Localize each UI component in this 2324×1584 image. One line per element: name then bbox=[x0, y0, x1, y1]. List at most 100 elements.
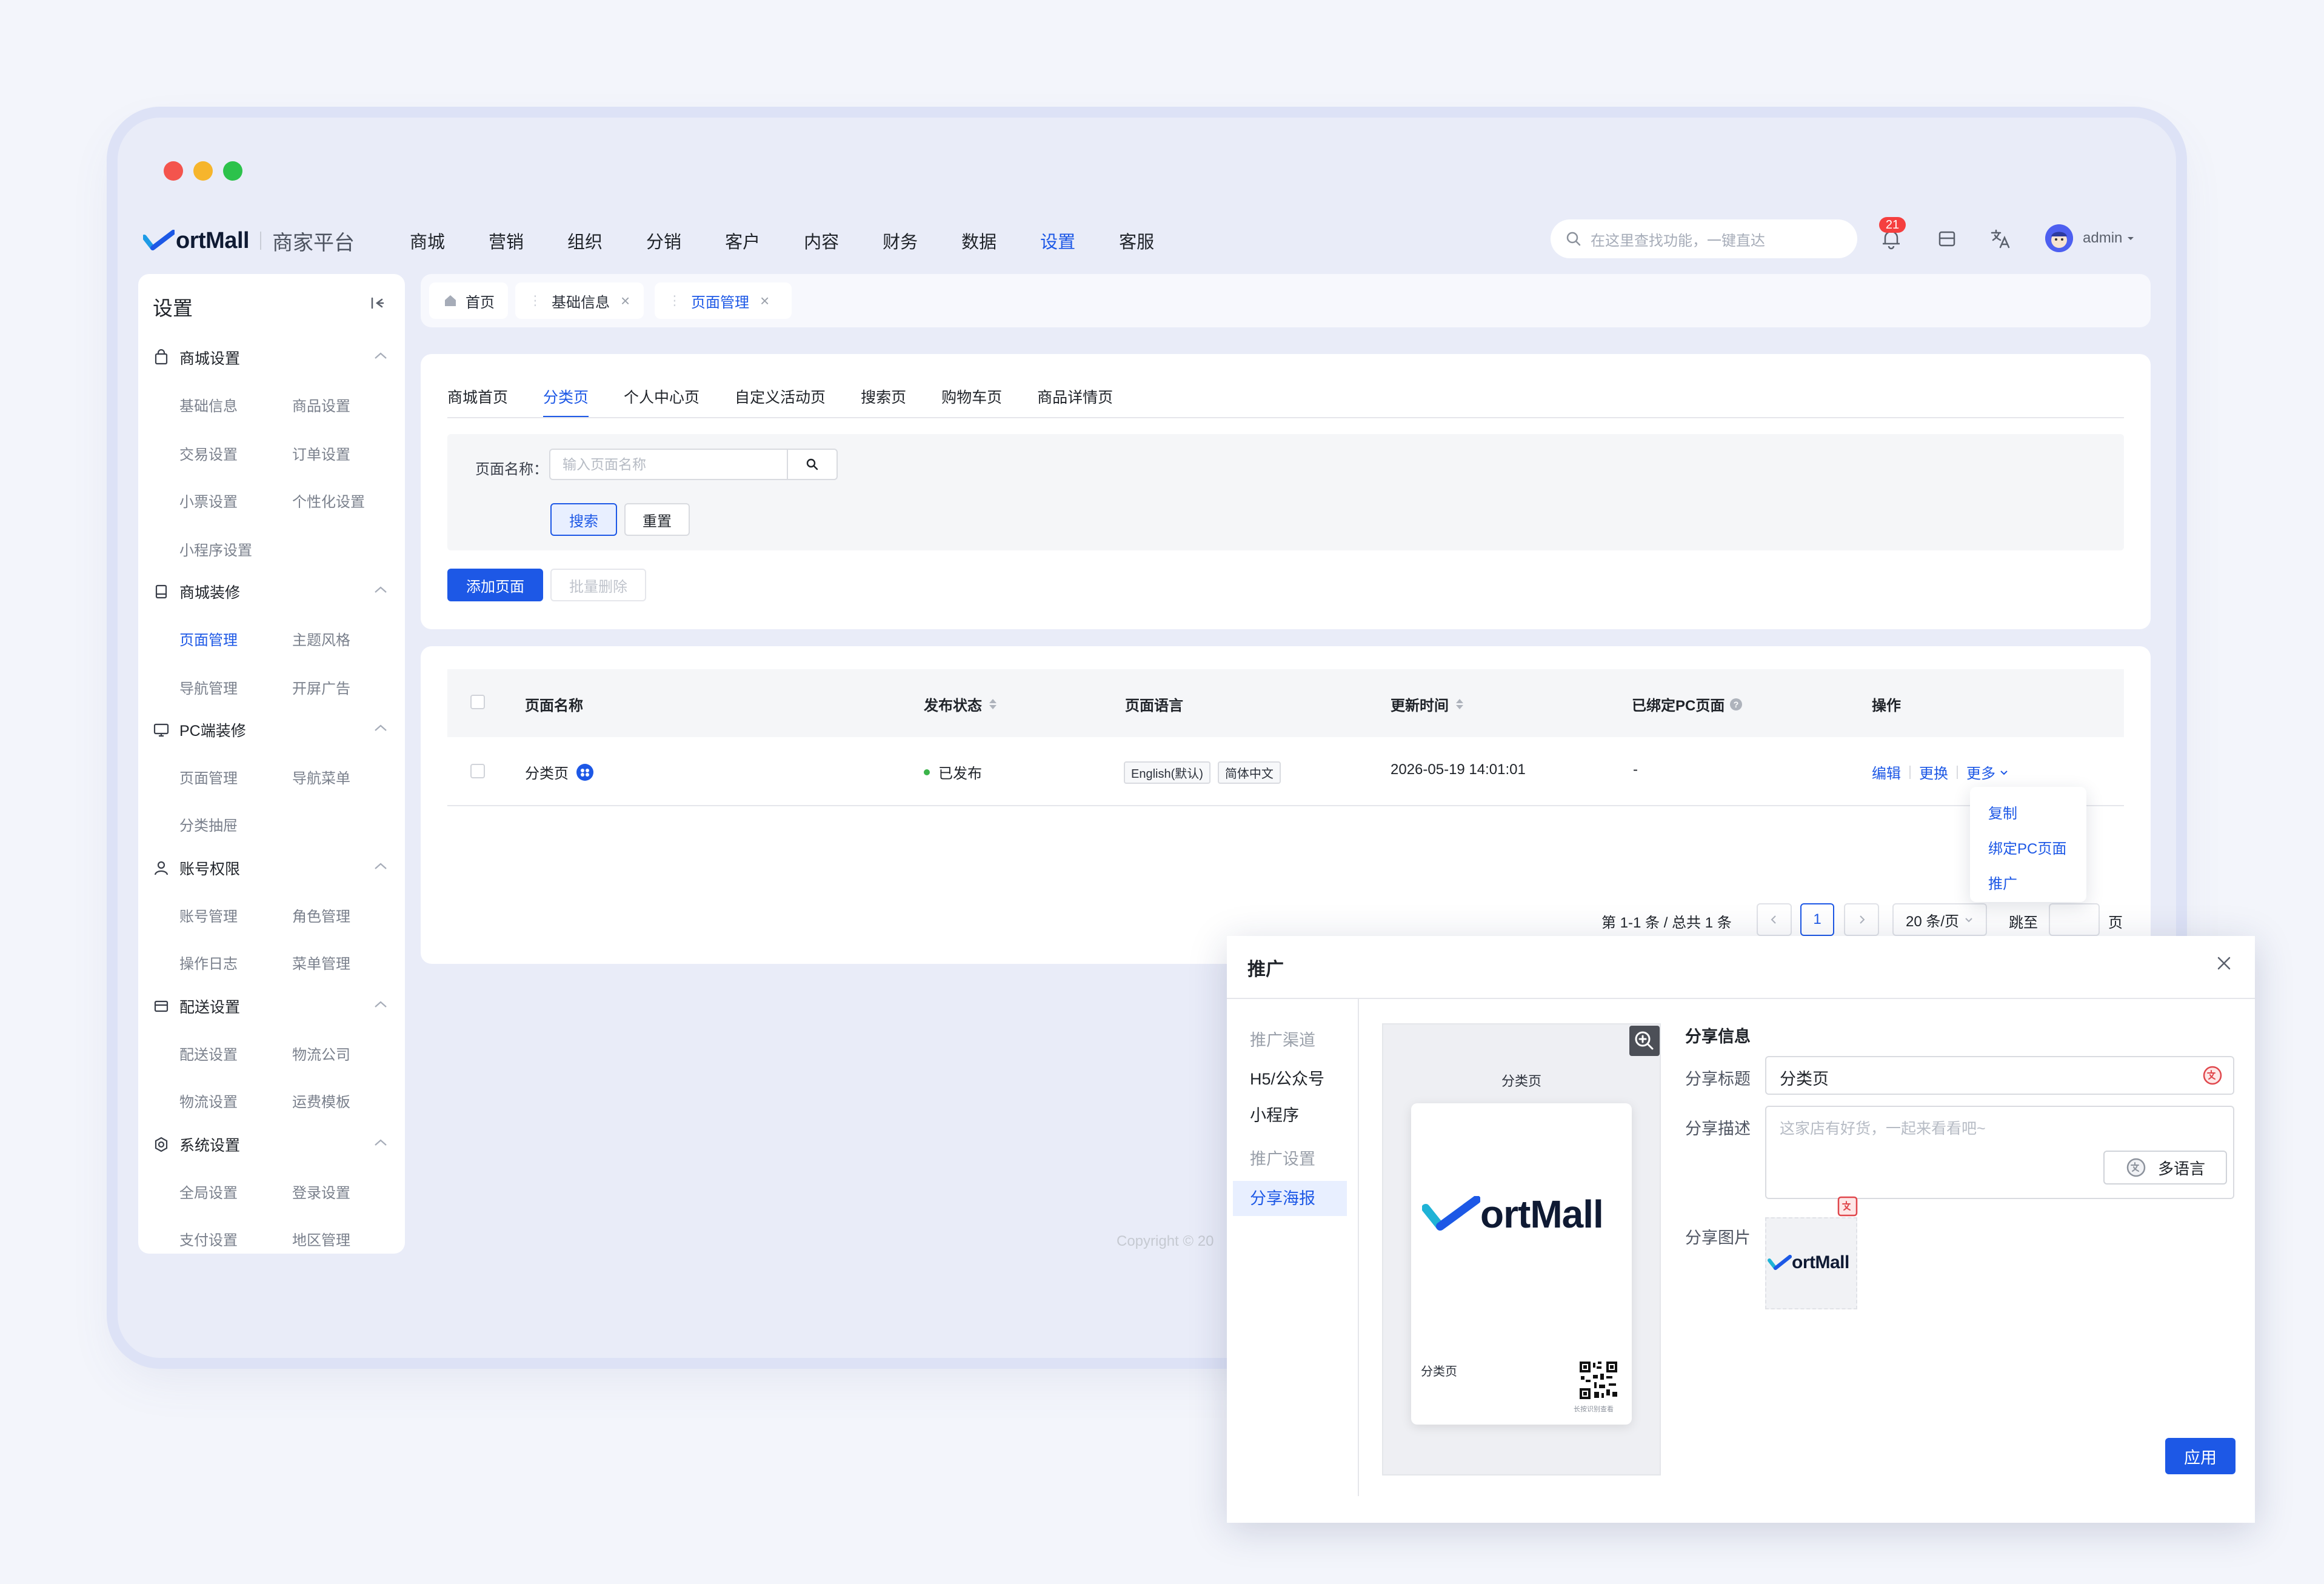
jump-page-input[interactable] bbox=[2049, 903, 2100, 936]
col-updated-time[interactable]: 更新时间 bbox=[1391, 693, 1463, 715]
multi-language-button[interactable]: 多语言 bbox=[2103, 1151, 2227, 1185]
menu-item-promote[interactable]: 推广 bbox=[1988, 872, 2017, 893]
add-page-button[interactable]: 添加页面 bbox=[447, 569, 543, 601]
tab-product-detail-page[interactable]: 商品详情页 bbox=[1037, 386, 1113, 407]
sidebar-item-category-drawer[interactable]: 分类抽屉 bbox=[179, 814, 238, 835]
tab-basic-info[interactable]: ⋮ 基础信息 × bbox=[515, 282, 644, 319]
page-name-input[interactable]: 输入页面名称 bbox=[549, 449, 788, 480]
nav-item-organization[interactable]: 组织 bbox=[567, 228, 603, 253]
select-all-checkbox[interactable] bbox=[470, 695, 485, 709]
tab-mall-home[interactable]: 商城首页 bbox=[447, 386, 508, 407]
nav-item-finance[interactable]: 财务 bbox=[883, 228, 918, 253]
tab-home[interactable]: 首页 bbox=[429, 282, 508, 319]
row-checkbox[interactable] bbox=[470, 764, 485, 778]
sidebar-item-login-settings[interactable]: 登录设置 bbox=[292, 1181, 350, 1202]
help-icon[interactable]: ? bbox=[1729, 698, 1743, 711]
nav-item-settings[interactable]: 设置 bbox=[1040, 228, 1075, 253]
tab-profile-page[interactable]: 个人中心页 bbox=[624, 386, 700, 407]
nav-item-marketing[interactable]: 营销 bbox=[489, 228, 524, 253]
translate-icon[interactable] bbox=[1988, 227, 2012, 251]
multi-language-icon[interactable] bbox=[1837, 1195, 1858, 1217]
sidebar-item-global-settings[interactable]: 全局设置 bbox=[179, 1181, 238, 1202]
search-button[interactable]: 搜索 bbox=[550, 503, 617, 536]
nav-item-mall[interactable]: 商城 bbox=[410, 228, 445, 253]
sidebar-group-account-permission[interactable]: 账号权限 bbox=[153, 857, 240, 879]
close-icon[interactable] bbox=[2215, 954, 2233, 972]
nav-item-data[interactable]: 数据 bbox=[961, 228, 997, 253]
nav-item-service[interactable]: 客服 bbox=[1119, 228, 1154, 253]
chevron-down-icon[interactable] bbox=[1999, 767, 2009, 777]
replace-link[interactable]: 更换 bbox=[1919, 761, 1948, 783]
sidebar-item-region-management[interactable]: 地区管理 bbox=[292, 1228, 350, 1249]
sidebar-item-logistics-company[interactable]: 物流公司 bbox=[292, 1043, 350, 1064]
sort-icon[interactable] bbox=[1456, 699, 1463, 709]
sidebar-item-page-management[interactable]: 页面管理 bbox=[179, 628, 238, 649]
window-minimize-dot[interactable] bbox=[193, 161, 213, 181]
sidebar-item-basic-info[interactable]: 基础信息 bbox=[179, 394, 238, 415]
sidebar-item-personalization[interactable]: 个性化设置 bbox=[292, 490, 365, 511]
share-image-upload[interactable]: ortMall bbox=[1765, 1217, 1857, 1309]
edit-link[interactable]: 编辑 bbox=[1872, 761, 1901, 783]
tab-cart-page[interactable]: 购物车页 bbox=[941, 386, 1002, 407]
sidebar-item-role-management[interactable]: 角色管理 bbox=[292, 904, 350, 926]
sidebar-item-receipt-settings[interactable]: 小票设置 bbox=[179, 490, 238, 511]
sidebar-group-decoration[interactable]: 商城装修 bbox=[153, 581, 240, 603]
nav-item-distribution[interactable]: 分销 bbox=[646, 228, 681, 253]
chevron-up-icon[interactable] bbox=[373, 586, 388, 594]
global-search-input[interactable]: 在这里查找功能，一键直达 bbox=[1551, 219, 1857, 258]
share-desc-textarea[interactable]: 这家店有好货，一起来看看吧~ 多语言 bbox=[1765, 1106, 2234, 1199]
sidebar-item-product-settings[interactable]: 商品设置 bbox=[292, 394, 350, 415]
sidebar-item-menu-management[interactable]: 菜单管理 bbox=[292, 952, 350, 973]
more-link[interactable]: 更多 bbox=[1966, 761, 1995, 783]
sidebar-item-splash-ad[interactable]: 开屏广告 bbox=[292, 677, 350, 698]
reset-button[interactable]: 重置 bbox=[624, 503, 690, 536]
sidebar-item-order-settings[interactable]: 订单设置 bbox=[292, 443, 350, 464]
tab-category-page[interactable]: 分类页 bbox=[543, 386, 589, 418]
page-number-button[interactable]: 1 bbox=[1800, 903, 1834, 936]
sidebar-group-shop-settings[interactable]: 商城设置 bbox=[153, 347, 240, 369]
page-size-select[interactable]: 20 条/页 bbox=[1892, 903, 1987, 936]
share-title-input[interactable]: 分类页 bbox=[1765, 1056, 2234, 1095]
sidebar-item-pc-page-management[interactable]: 页面管理 bbox=[179, 766, 238, 787]
chevron-up-icon[interactable] bbox=[373, 1000, 388, 1009]
brand-logo[interactable]: ortMall 商家平台 bbox=[143, 226, 355, 256]
sidebar-item-nav-menu[interactable]: 导航菜单 bbox=[292, 766, 350, 787]
apply-button[interactable]: 应用 bbox=[2165, 1438, 2236, 1474]
col-publish-status[interactable]: 发布状态 bbox=[924, 693, 997, 715]
sidebar-item-trade-settings[interactable]: 交易设置 bbox=[179, 443, 238, 464]
menu-item-copy[interactable]: 复制 bbox=[1988, 801, 2017, 823]
input-search-button[interactable] bbox=[787, 449, 838, 480]
menu-item-h5[interactable]: H5/公众号 bbox=[1250, 1066, 1324, 1089]
batch-delete-button[interactable]: 批量删除 bbox=[550, 569, 646, 601]
sidebar-item-payment-settings[interactable]: 支付设置 bbox=[179, 1228, 238, 1249]
multi-language-icon[interactable] bbox=[2202, 1064, 2223, 1086]
chevron-up-icon[interactable] bbox=[373, 862, 388, 871]
user-menu[interactable]: admin bbox=[2045, 224, 2135, 252]
close-icon[interactable]: × bbox=[760, 292, 769, 310]
sidebar-item-delivery-settings[interactable]: 配送设置 bbox=[179, 1043, 238, 1064]
chevron-up-icon[interactable] bbox=[373, 352, 388, 360]
sidebar-item-miniprogram-settings[interactable]: 小程序设置 bbox=[179, 538, 252, 560]
sidebar-group-system-settings[interactable]: 系统设置 bbox=[153, 1134, 240, 1155]
sidebar-item-logistics-settings[interactable]: 物流设置 bbox=[179, 1090, 238, 1111]
menu-item-miniprogram[interactable]: 小程序 bbox=[1250, 1102, 1299, 1126]
menu-item-bind-pc-page[interactable]: 绑定PC页面 bbox=[1988, 837, 2066, 858]
prev-page-button[interactable] bbox=[1757, 903, 1792, 936]
sort-icon[interactable] bbox=[989, 699, 997, 709]
close-icon[interactable]: × bbox=[621, 292, 630, 310]
store-icon[interactable] bbox=[1935, 227, 1959, 251]
sidebar-item-operation-log[interactable]: 操作日志 bbox=[179, 952, 238, 973]
zoom-button[interactable] bbox=[1629, 1026, 1660, 1056]
sidebar-item-theme-style[interactable]: 主题风格 bbox=[292, 628, 350, 649]
tab-custom-activity-page[interactable]: 自定义活动页 bbox=[735, 386, 826, 407]
menu-item-share-poster[interactable]: 分享海报 bbox=[1233, 1181, 1347, 1216]
sidebar-group-delivery[interactable]: 配送设置 bbox=[153, 995, 240, 1017]
nav-item-content[interactable]: 内容 bbox=[804, 228, 839, 253]
sidebar-item-account-management[interactable]: 账号管理 bbox=[179, 904, 238, 926]
next-page-button[interactable] bbox=[1844, 903, 1879, 936]
sidebar-group-pc-decoration[interactable]: PC端装修 bbox=[153, 719, 246, 741]
drag-handle-icon[interactable]: ⋮ bbox=[668, 293, 681, 309]
chevron-up-icon[interactable] bbox=[373, 1138, 388, 1147]
tab-page-management[interactable]: ⋮ 页面管理 × bbox=[655, 282, 792, 319]
window-close-dot[interactable] bbox=[164, 161, 183, 181]
